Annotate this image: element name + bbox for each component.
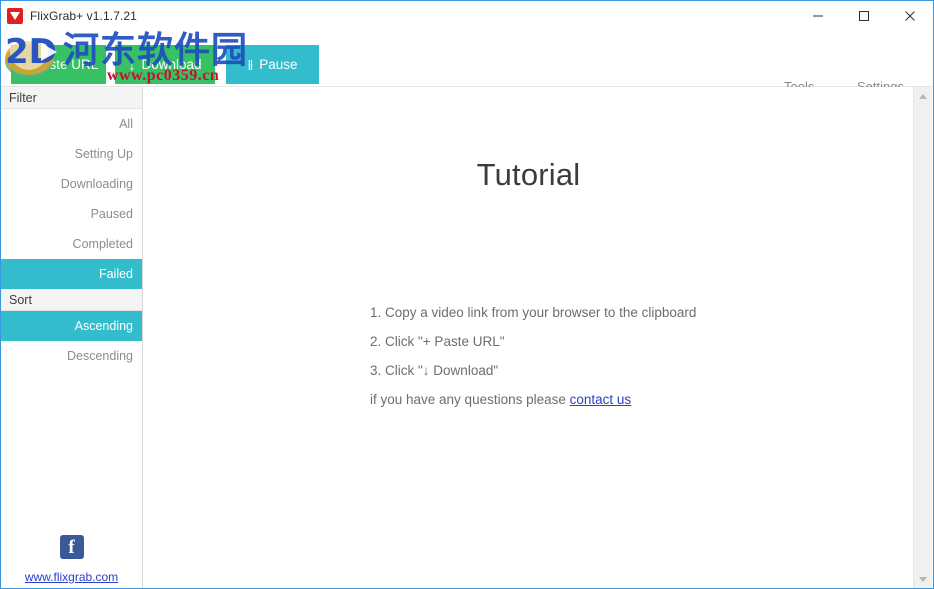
download-label: Download bbox=[141, 57, 202, 72]
vertical-scrollbar[interactable] bbox=[913, 87, 932, 588]
minimize-button[interactable] bbox=[795, 1, 841, 31]
sidebar-footer: f www.flixgrab.com bbox=[1, 535, 142, 584]
sidebar-item-paused[interactable]: Paused bbox=[1, 199, 142, 229]
sort-section-header: Sort bbox=[1, 289, 142, 311]
download-button[interactable]: ↓ Download bbox=[115, 45, 215, 84]
tutorial-step-2: 2. Click "+ Paste URL" bbox=[370, 334, 505, 349]
sidebar-item-failed[interactable]: Failed bbox=[1, 259, 142, 289]
scroll-up-arrow-icon[interactable] bbox=[914, 87, 932, 105]
title-bar: FlixGrab+ v1.1.7.21 bbox=[1, 1, 933, 31]
sidebar-item-setting-up[interactable]: Setting Up bbox=[1, 139, 142, 169]
tutorial-step-1: 1. Copy a video link from your browser t… bbox=[370, 305, 697, 320]
flixgrab-site-link[interactable]: www.flixgrab.com bbox=[1, 570, 142, 584]
plus-icon: + bbox=[18, 56, 27, 73]
sidebar: Filter All Setting Up Downloading Paused… bbox=[1, 87, 143, 588]
main-content: Tutorial 1. Copy a video link from your … bbox=[143, 87, 914, 588]
flixgrab-icon bbox=[7, 8, 23, 24]
close-icon bbox=[905, 11, 915, 21]
minimize-icon bbox=[813, 15, 823, 17]
tutorial-step-3: 3. Click "↓ Download" bbox=[370, 363, 499, 378]
maximize-icon bbox=[859, 11, 869, 21]
facebook-letter: f bbox=[68, 537, 75, 558]
filter-section-header: Filter bbox=[1, 87, 142, 109]
contact-prefix: if you have any questions please bbox=[370, 392, 570, 407]
sidebar-item-downloading[interactable]: Downloading bbox=[1, 169, 142, 199]
scroll-down-arrow-icon[interactable] bbox=[914, 570, 932, 588]
sidebar-item-ascending[interactable]: Ascending bbox=[1, 311, 142, 341]
maximize-button[interactable] bbox=[841, 1, 887, 31]
pause-icon: ‖ bbox=[247, 56, 254, 73]
sidebar-item-all[interactable]: All bbox=[1, 109, 142, 139]
page-title: Tutorial bbox=[476, 157, 581, 192]
download-arrow-icon: ↓ bbox=[128, 56, 136, 73]
paste-url-button[interactable]: + Paste URL bbox=[11, 45, 106, 84]
contact-line: if you have any questions please contact… bbox=[370, 392, 696, 407]
paste-url-label: Paste URL bbox=[32, 57, 99, 72]
sidebar-item-completed[interactable]: Completed bbox=[1, 229, 142, 259]
pause-label: Pause bbox=[259, 57, 298, 72]
tutorial-steps: 1. Copy a video link from your browser t… bbox=[370, 305, 696, 421]
toolbar: + Paste URL ↓ Download ‖ Pause Tools Set… bbox=[1, 31, 933, 94]
contact-us-link[interactable]: contact us bbox=[570, 392, 632, 407]
window-title: FlixGrab+ v1.1.7.21 bbox=[30, 9, 137, 23]
facebook-icon[interactable]: f bbox=[59, 535, 84, 559]
flixgrab-window: FlixGrab+ v1.1.7.21 + Paste URL ↓ Downlo… bbox=[0, 0, 934, 589]
window-controls bbox=[795, 1, 933, 31]
close-button[interactable] bbox=[887, 1, 933, 31]
pause-button[interactable]: ‖ Pause bbox=[226, 45, 319, 84]
sidebar-item-descending[interactable]: Descending bbox=[1, 341, 142, 371]
